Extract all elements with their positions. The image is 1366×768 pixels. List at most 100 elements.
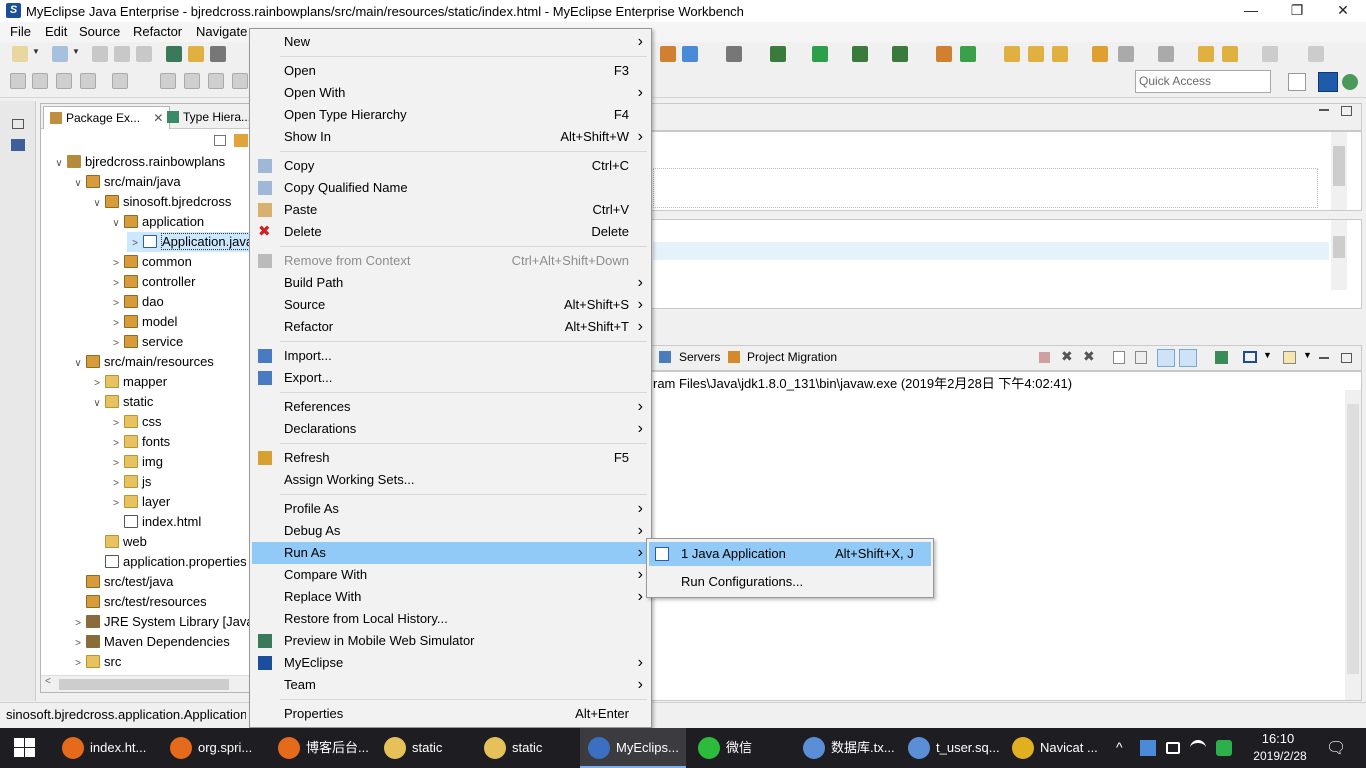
outline-scrollbar[interactable]: [1331, 220, 1347, 290]
expand-arrow-icon[interactable]: >: [108, 334, 124, 354]
taskbar-app[interactable]: static: [376, 728, 472, 768]
tree-item[interactable]: web: [89, 532, 147, 552]
menu-item-declarations[interactable]: Declarations ›: [252, 418, 649, 440]
menu-item-properties[interactable]: Properties Alt+Enter: [252, 703, 649, 725]
collapse-arrow-icon[interactable]: ∨: [51, 154, 67, 174]
build-icon[interactable]: [188, 46, 204, 62]
menu-item-preview-in-mobile-web-simulator[interactable]: Preview in Mobile Web Simulator: [252, 630, 649, 652]
menu-item-refactor[interactable]: Refactor Alt+Shift+T ›: [252, 316, 649, 338]
collapse-arrow-icon[interactable]: ∨: [70, 174, 86, 194]
menu-item-references[interactable]: References ›: [252, 396, 649, 418]
tree-item[interactable]: src/test/java: [70, 572, 173, 592]
expand-arrow-icon[interactable]: >: [108, 434, 124, 454]
tree-item[interactable]: ∨ static: [89, 392, 153, 412]
display-console-icon[interactable]: [1243, 351, 1257, 363]
toggle-breadcrumb-icon[interactable]: [10, 73, 26, 89]
expand-arrow-icon[interactable]: >: [108, 454, 124, 474]
clock-date[interactable]: 2019/2/28: [1246, 749, 1314, 763]
expand-arrow-icon[interactable]: >: [108, 274, 124, 294]
collapse-arrow-icon[interactable]: ∨: [108, 214, 124, 234]
minimize-view-icon[interactable]: [1319, 357, 1329, 359]
tree-item[interactable]: ∨ src/main/resources: [70, 352, 213, 374]
menu-item-profile-as[interactable]: Profile As ›: [252, 498, 649, 520]
scrollbar-thumb[interactable]: [1347, 404, 1359, 674]
remove-launch-icon[interactable]: ✖: [1061, 348, 1073, 365]
close-button[interactable]: ✕: [1320, 0, 1366, 22]
scrollbar-thumb[interactable]: [59, 679, 229, 690]
scrollbar-thumb[interactable]: [1333, 146, 1345, 186]
profile-icon[interactable]: [892, 46, 908, 62]
taskbar-app[interactable]: 数据库.tx...: [795, 728, 897, 768]
minimize-button[interactable]: —: [1228, 0, 1274, 22]
wifi-icon[interactable]: [1190, 740, 1206, 756]
expand-arrow-icon[interactable]: >: [89, 374, 105, 394]
menu-item-build-path[interactable]: Build Path ›: [252, 272, 649, 294]
save-all-icon[interactable]: [114, 46, 130, 62]
taskbar-app[interactable]: static: [476, 728, 572, 768]
maximize-view-icon[interactable]: [1341, 353, 1352, 363]
chevron-down-icon[interactable]: ▼: [1263, 350, 1272, 360]
expand-arrow-icon[interactable]: >: [70, 614, 86, 634]
menu-item-refresh[interactable]: Refresh F5: [252, 447, 649, 469]
tab-project-migration[interactable]: Project Migration: [747, 350, 837, 364]
taskbar-app[interactable]: MyEclips...: [580, 728, 686, 768]
menu-item-open-type-hierarchy[interactable]: Open Type Hierarchy F4: [252, 104, 649, 126]
tree-item[interactable]: > css: [108, 412, 161, 434]
menu-refactor[interactable]: Refactor: [133, 24, 182, 39]
tree-item[interactable]: index.html: [108, 512, 201, 532]
maximize-button[interactable]: ❐: [1274, 0, 1320, 22]
menu-item-open-with[interactable]: Open With ›: [252, 82, 649, 104]
new-project-icon[interactable]: [52, 46, 68, 62]
tray-overflow-icon[interactable]: ^: [1116, 739, 1123, 755]
deploy-icon[interactable]: [660, 46, 676, 62]
menu-item-restore-from-local-history[interactable]: Restore from Local History...: [252, 608, 649, 630]
quick-access-input[interactable]: Quick Access: [1135, 70, 1271, 93]
menu-item-myeclipse[interactable]: MyEclipse ›: [252, 652, 649, 674]
taskbar-app[interactable]: index.ht...: [54, 728, 158, 768]
open-console-icon[interactable]: [1215, 351, 1228, 364]
annotation-icon[interactable]: [1092, 46, 1108, 62]
new-class-icon[interactable]: [936, 46, 952, 62]
collapse-all-icon[interactable]: [214, 135, 226, 146]
editor-area[interactable]: [650, 131, 1362, 211]
chevron-down-icon[interactable]: ▼: [1303, 350, 1312, 360]
scrollbar-thumb[interactable]: [1333, 236, 1345, 258]
minimize-view-icon[interactable]: [1319, 109, 1329, 111]
collapse-arrow-icon[interactable]: ∨: [89, 394, 105, 414]
clock-time[interactable]: 16:10: [1246, 731, 1310, 746]
pin-editor-icon[interactable]: [1308, 46, 1324, 62]
menu-item-open[interactable]: Open F3: [252, 60, 649, 82]
open-folder-icon[interactable]: [1004, 46, 1020, 62]
next-annotation-icon[interactable]: [1158, 46, 1174, 62]
tree-item[interactable]: > Maven Dependencies: [70, 632, 230, 652]
pin-console-icon[interactable]: [1179, 349, 1197, 367]
back-history-icon[interactable]: [1222, 46, 1238, 62]
collapse-arrow-icon[interactable]: ∨: [70, 354, 86, 374]
maximize-view-icon[interactable]: [1341, 106, 1352, 116]
debug-icon[interactable]: [770, 46, 786, 62]
editor-scrollbar[interactable]: [1331, 132, 1347, 210]
windows-start-icon[interactable]: [14, 738, 36, 758]
expand-arrow-icon[interactable]: >: [108, 314, 124, 334]
tree-item[interactable]: ∨ application: [108, 212, 204, 232]
taskbar-app[interactable]: 博客后台...: [270, 728, 374, 768]
open-type-icon[interactable]: [166, 46, 182, 62]
back-icon[interactable]: [1198, 46, 1214, 62]
new-console-icon[interactable]: [1283, 351, 1296, 364]
menu-edit[interactable]: Edit: [45, 24, 67, 39]
notification-icon[interactable]: 🗨: [1326, 738, 1346, 758]
expand-arrow-icon[interactable]: >: [108, 414, 124, 434]
run-icon[interactable]: [812, 46, 828, 62]
expand-arrow-icon[interactable]: >: [108, 474, 124, 494]
menu-item-new[interactable]: New ›: [252, 31, 649, 53]
open-file-icon[interactable]: [1028, 46, 1044, 62]
menu-item-delete[interactable]: ✖ Delete Delete: [252, 221, 649, 243]
tree-item[interactable]: > js: [108, 472, 151, 492]
underline-icon[interactable]: [160, 73, 176, 89]
scroll-lock-icon[interactable]: [1135, 351, 1147, 364]
outline-view-icon[interactable]: [11, 139, 25, 151]
italic-icon[interactable]: [208, 73, 224, 89]
clear-console-icon[interactable]: [1113, 351, 1125, 364]
tree-item[interactable]: > common: [108, 252, 192, 272]
search-icon[interactable]: [1052, 46, 1068, 62]
